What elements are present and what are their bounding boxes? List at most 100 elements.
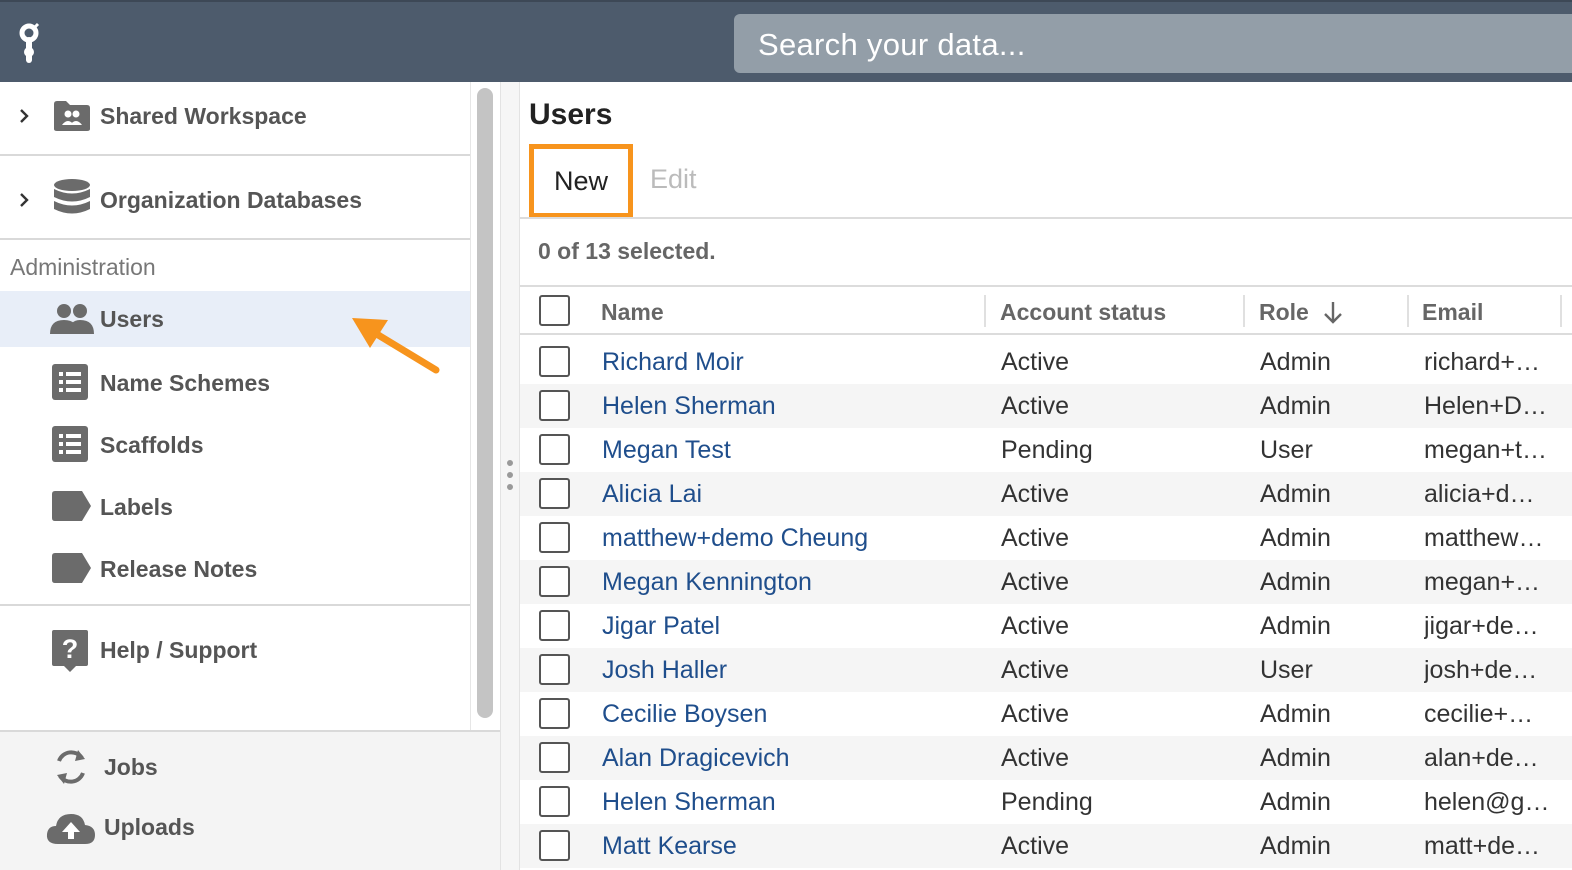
user-name-link[interactable]: Jigar Patel [602,612,720,641]
role-cell: Admin [1260,480,1331,508]
sidebar-item-label: Help / Support [100,637,258,663]
row-checkbox[interactable] [539,830,570,861]
email-cell: Helen+D… [1424,392,1547,420]
table-row[interactable]: Alan Dragicevich Active Admin alan+de… [520,736,1572,780]
row-checkbox[interactable] [539,610,570,641]
sidebar-scrollbar-thumb[interactable] [477,88,493,718]
sidebar-item-labels[interactable]: Labels [0,481,470,531]
user-name-link[interactable]: Megan Kennington [602,568,812,597]
table-row[interactable]: Richard Moir Active Admin richard+… [520,340,1572,384]
table-header: Name Account status Role Email [520,287,1572,335]
main-content: Users New Edit 0 of 13 selected. Name Ac… [520,82,1572,870]
role-cell: Admin [1260,788,1331,816]
table-row[interactable]: Matt Kearse Active Admin matt+de… [520,824,1572,868]
column-header-account-status[interactable]: Account status [1000,299,1166,326]
label-tag-icon [52,491,91,521]
column-resize-handle[interactable] [1407,295,1409,327]
account-status-cell: Active [1001,612,1070,640]
splitter-handle-dot [507,460,513,466]
email-cell: jigar+de… [1424,612,1539,640]
column-resize-handle[interactable] [1243,295,1245,327]
footer-item-uploads[interactable]: Uploads [0,802,500,852]
list-icon [52,364,88,400]
user-name-link[interactable]: matthew+demo Cheung [602,524,868,553]
sidebar-item-help-support[interactable]: ? Help / Support [0,622,470,678]
row-checkbox[interactable] [539,522,570,553]
email-cell: cecilie+… [1424,700,1534,728]
table-row[interactable]: matthew+demo Cheung Active Admin matthew… [520,516,1572,560]
table-row[interactable]: Megan Test Pending User megan+t… [520,428,1572,472]
user-name-link[interactable]: Helen Sherman [602,392,776,421]
svg-text:?: ? [62,634,79,664]
role-cell: User [1260,436,1313,464]
row-checkbox[interactable] [539,698,570,729]
row-checkbox[interactable] [539,742,570,773]
role-cell: Admin [1260,348,1331,376]
divider [0,238,470,240]
user-name-link[interactable]: Megan Test [602,436,731,465]
sidebar-item-scaffolds[interactable]: Scaffolds [0,419,470,469]
footer-item-jobs[interactable]: Jobs [0,742,500,792]
help-question-icon: ? [52,630,88,672]
account-status-cell: Active [1001,348,1070,376]
users-icon [50,304,94,334]
app-logo-icon[interactable] [14,22,44,66]
email-cell: alan+de… [1424,744,1539,772]
column-header-email[interactable]: Email [1422,299,1483,326]
role-cell: Admin [1260,612,1331,640]
row-checkbox[interactable] [539,786,570,817]
edit-button[interactable]: Edit [650,164,697,195]
chevron-right-icon[interactable] [16,192,32,208]
role-cell: Admin [1260,744,1331,772]
shared-folder-icon [54,101,90,131]
user-name-link[interactable]: Richard Moir [602,348,744,377]
table-row[interactable]: Alicia Lai Active Admin alicia+d… [520,472,1572,516]
account-status-cell: Active [1001,744,1070,772]
selection-count: 0 of 13 selected. [538,238,716,264]
row-checkbox[interactable] [539,346,570,377]
user-name-link[interactable]: Cecilie Boysen [602,700,767,729]
search-placeholder: Search your data... [758,27,1026,62]
row-checkbox[interactable] [539,566,570,597]
chevron-right-icon[interactable] [16,108,32,124]
table-row[interactable]: Helen Sherman Pending Admin helen@g… [520,780,1572,824]
role-cell: Admin [1260,700,1331,728]
sort-descending-arrow-icon[interactable] [1322,301,1344,325]
table-row[interactable]: Megan Kennington Active Admin megan+… [520,560,1572,604]
user-name-link[interactable]: Josh Haller [602,656,727,685]
search-input[interactable]: Search your data... [734,14,1572,73]
column-resize-handle[interactable] [984,295,986,327]
sidebar-footer: Jobs Uploads [0,730,500,870]
email-cell: josh+de… [1424,656,1538,684]
new-button[interactable]: New [529,144,633,218]
table-row[interactable]: Cecilie Boysen Active Admin cecilie+… [520,692,1572,736]
email-cell: matt+de… [1424,832,1541,860]
column-resize-handle[interactable] [1560,295,1562,327]
account-status-cell: Active [1001,524,1070,552]
table-row[interactable]: Jigar Patel Active Admin jigar+de… [520,604,1572,648]
sidebar: Shared Workspace Organization Databases … [0,82,470,732]
row-checkbox[interactable] [539,654,570,685]
user-name-link[interactable]: Matt Kearse [602,832,737,861]
email-cell: alicia+d… [1424,480,1535,508]
page-title: Users [529,98,613,131]
row-checkbox[interactable] [539,390,570,421]
email-cell: richard+… [1424,348,1541,376]
sidebar-item-organization-databases[interactable]: Organization Databases [0,156,470,238]
user-name-link[interactable]: Alan Dragicevich [602,744,790,773]
select-all-checkbox[interactable] [539,295,570,326]
sidebar-item-release-notes[interactable]: Release Notes [0,543,470,593]
sidebar-item-shared-workspace[interactable]: Shared Workspace [0,82,470,154]
email-cell: helen@g… [1424,788,1550,816]
column-header-role[interactable]: Role [1259,299,1309,326]
user-name-link[interactable]: Alicia Lai [602,480,702,509]
row-checkbox[interactable] [539,434,570,465]
user-name-link[interactable]: Helen Sherman [602,788,776,817]
panel-splitter[interactable] [500,82,520,870]
column-header-name[interactable]: Name [601,299,664,326]
email-cell: megan+t… [1424,436,1547,464]
table-row[interactable]: Helen Sherman Active Admin Helen+D… [520,384,1572,428]
table-row[interactable]: Josh Haller Active User josh+de… [520,648,1572,692]
label-tag-icon [52,553,91,583]
row-checkbox[interactable] [539,478,570,509]
